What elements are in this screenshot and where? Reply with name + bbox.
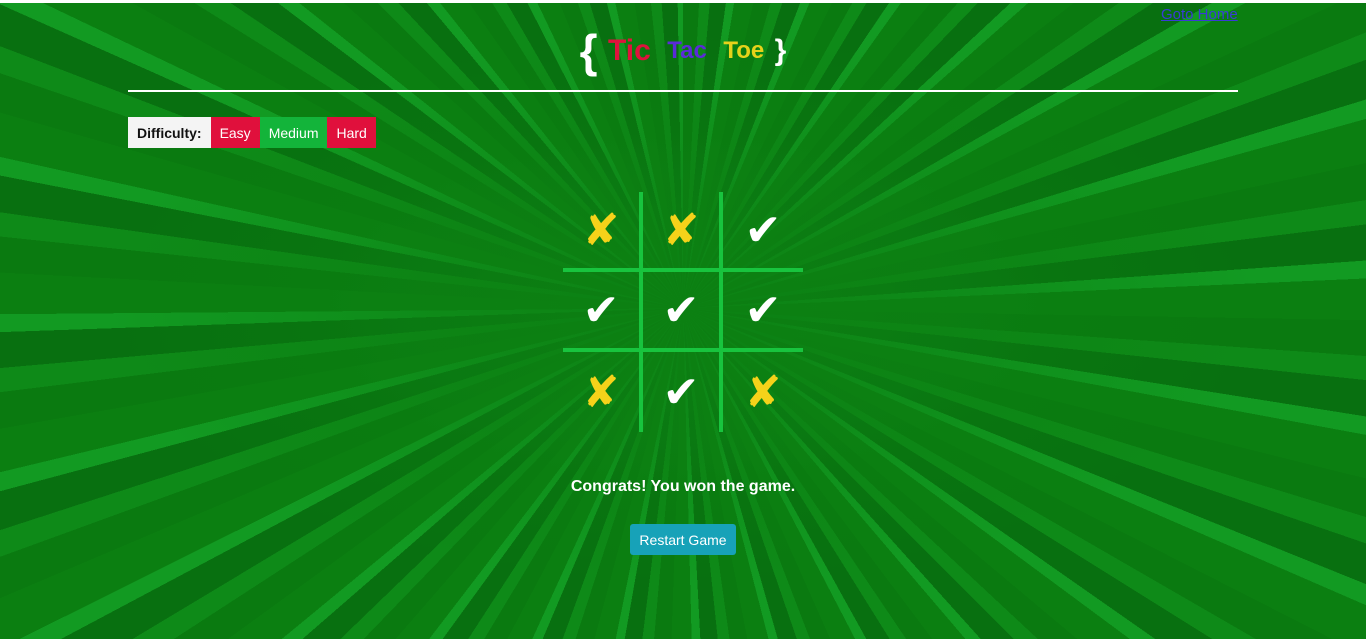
- board-cell[interactable]: ✘: [563, 192, 643, 272]
- board-cell[interactable]: ✘: [643, 192, 723, 272]
- title-close-brace: }: [774, 34, 787, 67]
- board-cell[interactable]: ✔: [723, 272, 803, 352]
- title-open-brace: {: [579, 25, 598, 77]
- goto-home-link[interactable]: Goto Home: [1161, 6, 1238, 23]
- board-cell[interactable]: ✔: [643, 272, 723, 352]
- difficulty-label: Difficulty:: [128, 117, 211, 148]
- game-board: ✘ ✘ ✔ ✔ ✔ ✔ ✘ ✔ ✘: [563, 192, 803, 432]
- restart-game-button[interactable]: Restart Game: [630, 524, 736, 555]
- page-title: { Tic Tac Toe }: [0, 24, 1366, 78]
- board-cell[interactable]: ✔: [563, 272, 643, 352]
- difficulty-hard-button[interactable]: Hard: [327, 117, 376, 148]
- header-divider: [128, 90, 1238, 92]
- board-cell[interactable]: ✔: [643, 352, 723, 432]
- difficulty-easy-button[interactable]: Easy: [210, 117, 260, 148]
- game-status-message: Congrats! You won the game.: [570, 478, 796, 495]
- board-cell[interactable]: ✔: [723, 192, 803, 272]
- title-toe: Toe: [723, 37, 765, 64]
- board-cell[interactable]: ✘: [723, 352, 803, 432]
- board-cell[interactable]: ✘: [563, 352, 643, 432]
- difficulty-selector: Difficulty: Easy Medium Hard: [128, 117, 376, 148]
- difficulty-medium-button[interactable]: Medium: [259, 117, 328, 148]
- title-tac: Tac: [667, 37, 707, 64]
- title-tic: Tic: [608, 34, 651, 67]
